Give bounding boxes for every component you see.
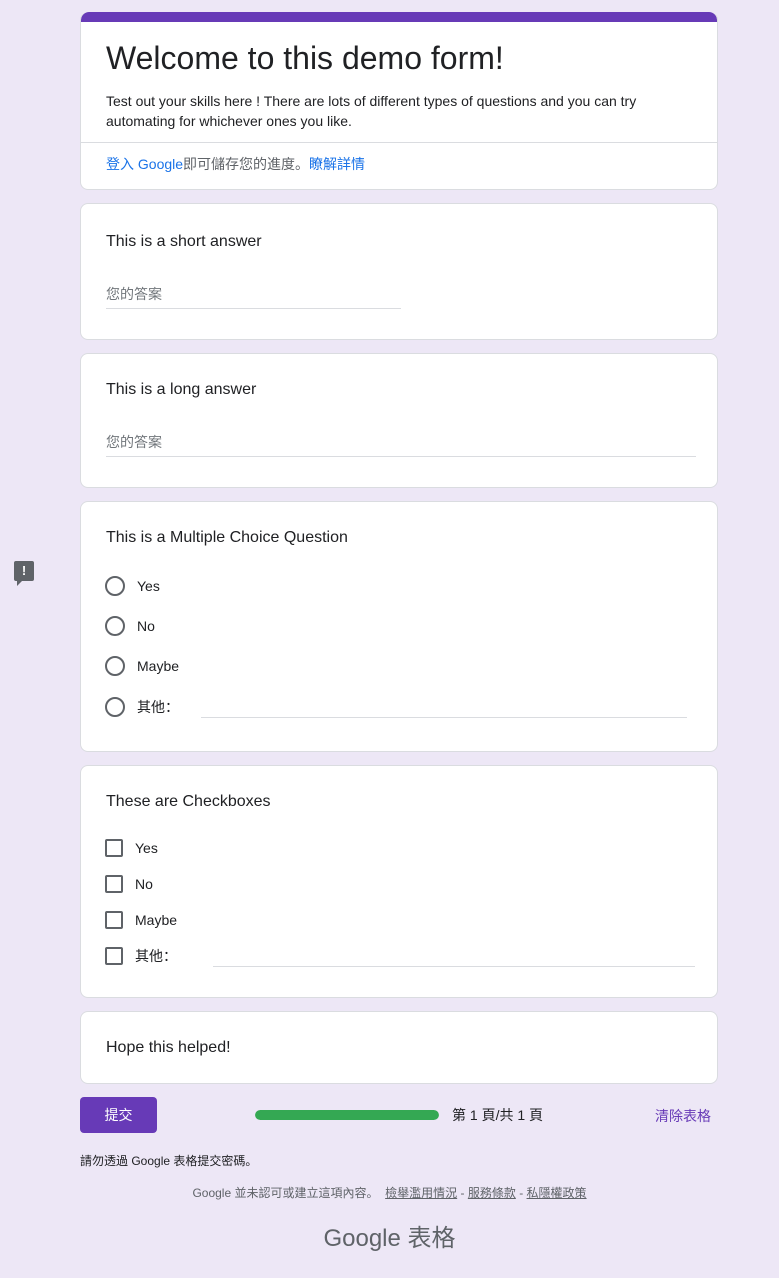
cb-option-label: No: [135, 876, 153, 892]
disclaimer-text: Google 並未認可或建立這項內容。: [192, 1186, 379, 1200]
header-accent-bar: [81, 12, 717, 22]
report-abuse-link[interactable]: 檢舉濫用情況: [385, 1186, 457, 1200]
cb-option-no[interactable]: No: [105, 872, 153, 896]
form-title: Welcome to this demo form!: [106, 40, 504, 76]
cb-option-yes[interactable]: Yes: [105, 836, 158, 860]
checkbox[interactable]: [105, 911, 123, 929]
final-note-text: Hope this helped!: [106, 1039, 231, 1056]
cb-option-other[interactable]: 其他：: [105, 944, 177, 968]
short-answer-title: This is a short answer: [106, 233, 262, 250]
mc-option-maybe[interactable]: Maybe: [105, 654, 179, 678]
separator: -: [519, 1186, 524, 1200]
checkbox[interactable]: [105, 875, 123, 893]
mc-option-label: No: [137, 618, 155, 634]
long-answer-title: This is a long answer: [106, 381, 257, 398]
short-answer-input[interactable]: [106, 286, 401, 309]
mc-option-label: 其他：: [137, 699, 179, 715]
final-note-card: Hope this helped!: [80, 1011, 718, 1084]
form-description: Test out your skills here ! There are lo…: [106, 93, 637, 129]
signin-text: 即可儲存您的進度。: [183, 156, 310, 172]
checkbox-title: These are Checkboxes: [106, 793, 271, 810]
clear-form-button[interactable]: 清除表格: [655, 1106, 711, 1126]
radio-button[interactable]: [105, 576, 125, 596]
multiple-choice-card: This is a Multiple Choice Question Yes N…: [80, 501, 718, 752]
signin-link[interactable]: 登入 Google: [106, 156, 183, 172]
header-divider: [81, 142, 717, 143]
short-answer-card: This is a short answer: [80, 203, 718, 340]
privacy-link[interactable]: 私隱權政策: [527, 1186, 587, 1200]
mc-option-yes[interactable]: Yes: [105, 574, 160, 598]
cb-option-label: Maybe: [135, 912, 178, 928]
page-count: 第 1 頁/共 1 頁: [452, 1107, 544, 1123]
multiple-choice-title: This is a Multiple Choice Question: [106, 529, 348, 546]
report-feedback-icon[interactable]: !: [14, 561, 34, 586]
checkbox[interactable]: [105, 947, 123, 965]
long-answer-card: This is a long answer: [80, 353, 718, 488]
checkbox-card: These are Checkboxes Yes No Maybe 其他：: [80, 765, 718, 998]
mc-option-other[interactable]: 其他：: [105, 695, 179, 719]
mc-option-label: Yes: [137, 578, 160, 594]
progress-bar: [255, 1110, 439, 1120]
long-answer-input[interactable]: [106, 434, 696, 457]
submit-button[interactable]: 提交: [80, 1097, 157, 1133]
cb-option-label: Yes: [135, 840, 158, 856]
mc-other-input[interactable]: [201, 717, 687, 718]
separator: -: [460, 1186, 465, 1200]
checkbox[interactable]: [105, 839, 123, 857]
form-header-card: Welcome to this demo form! Test out your…: [80, 12, 718, 190]
radio-button[interactable]: [105, 697, 125, 717]
terms-link[interactable]: 服務條款: [468, 1186, 516, 1200]
cb-other-input[interactable]: [213, 966, 695, 967]
mc-option-no[interactable]: No: [105, 614, 155, 638]
progress-fill: [255, 1110, 439, 1120]
password-warning: 請勿透過 Google 表格提交密碼。: [80, 1154, 258, 1168]
learn-more-link[interactable]: 瞭解詳情: [309, 156, 365, 172]
signin-row: 登入 Google即可儲存您的進度。瞭解詳情: [106, 154, 365, 174]
mc-option-label: Maybe: [137, 658, 180, 674]
google-forms-logo: Google 表格: [323, 1225, 456, 1252]
footer-disclaimer: Google 並未認可或建立這項內容。 檢舉濫用情況 - 服務條款 - 私隱權政…: [0, 1184, 779, 1201]
cb-option-label: 其他：: [135, 948, 177, 964]
radio-button[interactable]: [105, 656, 125, 676]
radio-button[interactable]: [105, 616, 125, 636]
cb-option-maybe[interactable]: Maybe: [105, 908, 177, 932]
